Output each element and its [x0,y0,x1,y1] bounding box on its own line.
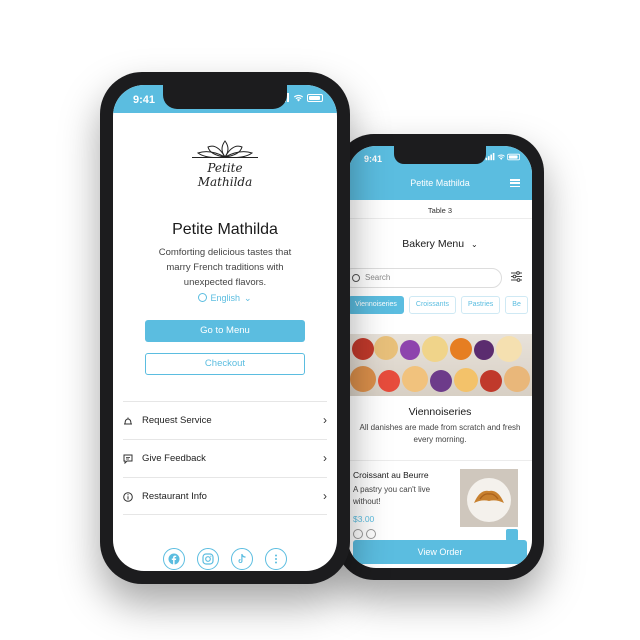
wifi-icon [293,94,304,102]
status-icons [485,153,520,161]
item-description: A pastry you can't live without! [353,485,431,506]
restaurant-logo: Petite Mathilda [190,137,260,207]
hamburger-menu-icon[interactable] [510,179,520,187]
instagram-icon[interactable] [197,548,219,570]
home-phone: 9:41 Petite Mathilda Petite Mathilda Com… [100,72,350,584]
item-price: $3.00 [353,514,375,524]
dietary-icons [353,529,376,539]
wifi-icon [497,154,505,160]
globe-icon [198,293,208,302]
chevron-down-icon: ⌄ [243,293,252,303]
restaurant-info-row[interactable]: Restaurant Info › [123,477,327,515]
language-label: English [210,293,240,303]
chevron-right-icon: › [323,489,327,503]
battery-icon [507,153,520,160]
menu-selector[interactable]: Bakery Menu ⌄ [348,238,532,250]
item-name: Croissant au Beurre [353,470,429,480]
tab-pastries[interactable]: Pastries [460,296,501,314]
search-input[interactable]: Search [348,268,502,288]
go-to-menu-button[interactable]: Go to Menu [145,320,305,342]
menu-phone: 9:41 Petite Mathilda Table 3 Bakery Menu… [336,134,544,580]
croissant-image [460,469,518,527]
menu-item-card[interactable]: Croissant au Beurre A pastry you can't l… [348,460,532,541]
notch [163,85,287,109]
tab-croissants[interactable]: Croissants [408,296,456,314]
chevron-right-icon: › [323,413,327,427]
request-service-label: Request Service [142,415,212,426]
vegetarian-icon [353,529,363,539]
restaurant-name: Petite Mathilda [172,221,278,238]
filter-icon[interactable] [511,271,522,282]
signal-icon [485,153,496,161]
menu-title: Bakery Menu [402,238,465,250]
lotus-icon [192,140,258,158]
chevron-right-icon: › [323,451,327,465]
menu-screen: 9:41 Petite Mathilda Table 3 Bakery Menu… [348,146,532,568]
give-feedback-row[interactable]: Give Feedback › [123,439,327,477]
bell-icon [124,417,132,425]
status-time: 9:41 [364,154,383,164]
section-description: All danishes are made from scratch and f… [359,423,521,444]
tab-viennoiseries[interactable]: Viennoiseries [348,296,404,314]
logo-wordmark: Petite Mathilda [197,161,253,189]
service-menu: Request Service › Give Feedback › Restau… [123,401,327,515]
tiktok-icon[interactable] [231,548,253,570]
home-screen: 9:41 Petite Mathilda Petite Mathilda Com… [113,85,337,571]
search-placeholder: Search [365,273,391,282]
table-label: Table 3 [348,203,532,219]
view-order-button[interactable]: View Order [353,540,527,564]
search-icon [352,274,360,282]
notch [394,146,486,164]
checkout-button[interactable]: Checkout [145,353,305,375]
allergen-icon [366,529,376,539]
status-time: 9:41 [133,94,156,106]
chevron-down-icon: ⌄ [471,240,478,249]
restaurant-description: Comforting delicious tastes that marry F… [158,247,292,288]
info-icon [123,492,133,502]
feedback-icon [123,454,133,464]
language-selector[interactable]: English ⌄ [113,293,337,304]
stage: 9:41 Petite Mathilda Table 3 Bakery Menu… [0,0,640,640]
battery-icon [307,93,323,102]
restaurant-info-label: Restaurant Info [142,491,207,502]
tab-more[interactable]: Be [505,296,528,314]
header-title: Petite Mathilda [410,178,470,188]
social-links [163,548,287,570]
facebook-icon[interactable] [163,548,185,570]
category-hero-image [348,334,532,396]
section-title: Viennoiseries [408,406,472,418]
request-service-row[interactable]: Request Service › [123,401,327,439]
category-tabs: Viennoiseries Croissants Pastries Be [348,296,532,314]
more-icon[interactable] [265,548,287,570]
give-feedback-label: Give Feedback [142,453,206,464]
